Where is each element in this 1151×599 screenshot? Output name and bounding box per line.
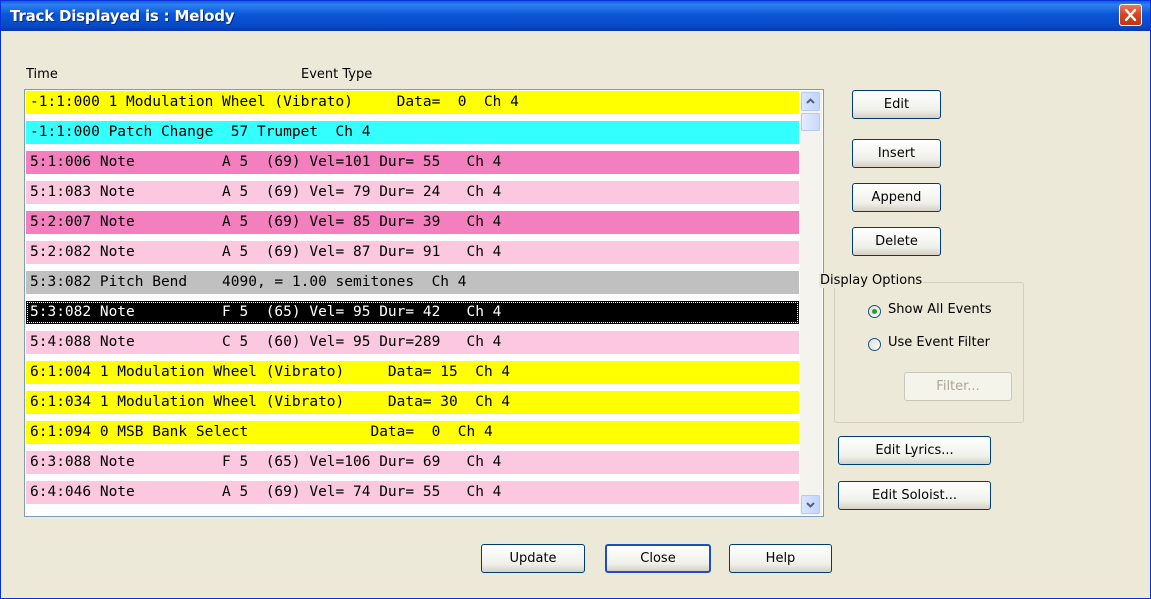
insert-button[interactable]: Insert — [852, 139, 941, 168]
show-all-events-label[interactable]: Show All Events — [888, 302, 991, 317]
event-list[interactable]: -1:1:000 1 Modulation Wheel (Vibrato) Da… — [24, 89, 824, 517]
chevron-down-icon — [806, 502, 815, 508]
time-column-header: Time — [26, 67, 58, 82]
chevron-up-icon — [806, 98, 815, 104]
use-event-filter-radio[interactable] — [868, 338, 881, 351]
event-row[interactable]: 5:4:088 Note C 5 (60) Vel= 95 Dur=289 Ch… — [26, 331, 799, 354]
update-button[interactable]: Update — [481, 544, 585, 573]
event-row[interactable]: 6:4:046 Note A 5 (69) Vel= 74 Dur= 55 Ch… — [26, 481, 799, 504]
help-button[interactable]: Help — [729, 544, 832, 573]
scroll-up-button[interactable] — [801, 92, 820, 111]
close-window-button[interactable] — [1119, 4, 1142, 26]
event-row[interactable]: 6:3:088 Note F 5 (65) Vel=106 Dur= 69 Ch… — [26, 451, 799, 474]
display-options-title: Display Options — [819, 273, 924, 288]
event-row[interactable]: 5:2:082 Note A 5 (69) Vel= 87 Dur= 91 Ch… — [26, 241, 799, 264]
use-event-filter-label[interactable]: Use Event Filter — [888, 335, 990, 350]
event-row[interactable]: 6:1:034 1 Modulation Wheel (Vibrato) Dat… — [26, 391, 799, 414]
event-row[interactable]: 6:1:094 0 MSB Bank Select Data= 0 Ch 4 — [26, 421, 799, 444]
event-row[interactable]: 5:1:006 Note A 5 (69) Vel=101 Dur= 55 Ch… — [26, 151, 799, 174]
scroll-down-button[interactable] — [801, 495, 820, 514]
track-events-dialog: Track Displayed is : Melody Time Event T… — [0, 0, 1151, 599]
edit-soloist-button[interactable]: Edit Soloist... — [838, 481, 991, 510]
event-row[interactable]: 5:3:082 Pitch Bend 4090, = 1.00 semitone… — [26, 271, 799, 294]
append-button[interactable]: Append — [852, 183, 941, 212]
title-bar[interactable]: Track Displayed is : Melody — [1, 1, 1150, 31]
scrollbar-thumb[interactable] — [801, 113, 820, 131]
close-button[interactable]: Close — [605, 544, 711, 573]
event-row[interactable]: 5:2:007 Note A 5 (69) Vel= 85 Dur= 39 Ch… — [26, 211, 799, 234]
radio-selected-dot — [872, 309, 877, 314]
edit-button[interactable]: Edit — [852, 90, 941, 119]
edit-lyrics-button[interactable]: Edit Lyrics... — [838, 436, 991, 465]
event-row[interactable]: 6:1:004 1 Modulation Wheel (Vibrato) Dat… — [26, 361, 799, 384]
event-row[interactable]: -1:1:000 1 Modulation Wheel (Vibrato) Da… — [26, 91, 799, 114]
show-all-events-radio[interactable] — [868, 305, 881, 318]
close-icon — [1124, 8, 1137, 22]
event-row[interactable]: 5:1:083 Note A 5 (69) Vel= 79 Dur= 24 Ch… — [26, 181, 799, 204]
event-row[interactable]: 5:3:082 Note F 5 (65) Vel= 95 Dur= 42 Ch… — [26, 301, 799, 324]
filter-button[interactable]: Filter... — [904, 372, 1012, 401]
delete-button[interactable]: Delete — [852, 227, 941, 256]
event-row[interactable]: -1:1:000 Patch Change 57 Trumpet Ch 4 — [26, 121, 799, 144]
event-list-scrollbar[interactable] — [800, 91, 822, 515]
event-type-column-header: Event Type — [301, 67, 373, 82]
window-title: Track Displayed is : Melody — [10, 7, 235, 25]
